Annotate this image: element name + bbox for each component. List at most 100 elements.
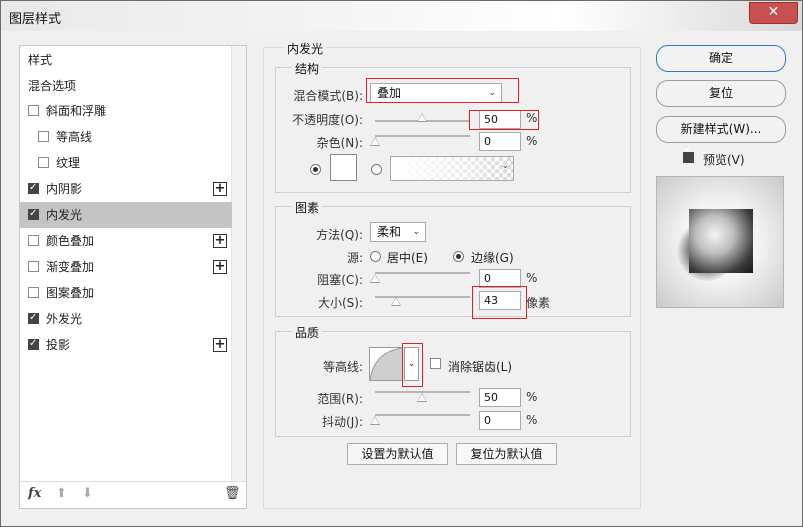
- gradient-mode-radio[interactable]: [371, 164, 382, 175]
- highlight-contour-dropdown: [402, 343, 423, 387]
- jitter-input[interactable]: 0: [479, 411, 521, 430]
- noise-unit: %: [526, 134, 538, 148]
- contour-label: 等高线:: [322, 360, 363, 374]
- list-item-contour[interactable]: 等高线: [20, 124, 232, 150]
- preview-label: 预览(V): [703, 153, 745, 167]
- list-item-label: 外发光: [46, 312, 83, 326]
- glow-color-swatch[interactable]: [330, 154, 357, 181]
- pattern-overlay-checkbox[interactable]: [28, 287, 39, 298]
- list-item-label: 等高线: [56, 130, 93, 144]
- list-item-label: 内发光: [46, 208, 83, 222]
- reset-button[interactable]: 复位: [656, 80, 786, 107]
- layer-style-dialog: 图层样式 ✕ 样式 混合选项 斜面和浮雕 等高线 纹理 内阴影 +: [0, 0, 803, 527]
- jitter-slider-thumb[interactable]: [370, 416, 380, 425]
- set-default-button[interactable]: 设置为默认值: [347, 443, 448, 465]
- inner-shadow-checkbox[interactable]: [28, 175, 39, 201]
- move-down-icon[interactable]: ⬇: [82, 486, 93, 501]
- highlight-opacity: [469, 110, 539, 130]
- size-unit: 像素: [526, 296, 551, 310]
- list-item-inner-glow[interactable]: 内发光: [20, 201, 232, 228]
- list-item-styles[interactable]: 样式: [20, 47, 232, 73]
- quality-legend: 品质: [292, 324, 323, 341]
- jitter-slider[interactable]: [375, 414, 470, 416]
- noise-slider-thumb[interactable]: [370, 137, 380, 146]
- range-label: 范围(R):: [317, 392, 363, 406]
- list-item-label: 颜色叠加: [46, 234, 95, 248]
- source-edge-radio[interactable]: [453, 251, 464, 262]
- jitter-unit: %: [526, 413, 538, 427]
- gradient-picker[interactable]: ⌄: [390, 156, 514, 181]
- opacity-label: 不透明度(O):: [292, 113, 363, 127]
- source-center-radio[interactable]: [370, 251, 381, 262]
- drop-shadow-checkbox[interactable]: [28, 331, 39, 357]
- color-overlay-checkbox[interactable]: [28, 235, 39, 246]
- antialias-label: 消除锯齿(L): [448, 360, 513, 374]
- ok-button[interactable]: 确定: [656, 45, 786, 72]
- add-inner-shadow-icon[interactable]: +: [213, 182, 227, 196]
- choke-label: 阻塞(C):: [317, 273, 363, 287]
- technique-label: 方法(Q):: [316, 228, 363, 242]
- contour-preview[interactable]: [369, 347, 403, 381]
- antialias-checkbox[interactable]: [430, 358, 441, 369]
- add-color-overlay-icon[interactable]: +: [213, 234, 227, 248]
- chevron-down-icon: ⌄: [501, 161, 509, 171]
- panel-title: 内发光: [284, 40, 327, 57]
- range-input[interactable]: 50: [479, 388, 521, 407]
- list-item-bevel-emboss[interactable]: 斜面和浮雕: [20, 98, 232, 124]
- list-item-blend-options[interactable]: 混合选项: [20, 73, 232, 99]
- close-icon: ✕: [767, 4, 780, 20]
- reset-default-button[interactable]: 复位为默认值: [456, 443, 557, 465]
- contour-curve-icon: [370, 348, 402, 380]
- noise-label: 杂色(N):: [316, 136, 363, 150]
- list-item-label: 样式: [28, 53, 53, 67]
- list-item-label: 斜面和浮雕: [46, 104, 107, 118]
- list-item-label: 投影: [46, 338, 71, 352]
- choke-unit: %: [526, 271, 538, 285]
- list-item-outer-glow[interactable]: 外发光: [20, 305, 232, 332]
- move-up-icon[interactable]: ⬆: [56, 486, 67, 501]
- styles-list-scrollbar[interactable]: [231, 46, 246, 484]
- new-style-button[interactable]: 新建样式(W)...: [656, 116, 786, 143]
- choke-slider[interactable]: [375, 272, 470, 274]
- color-mode-radio[interactable]: [310, 164, 321, 175]
- size-label: 大小(S):: [317, 296, 363, 310]
- structure-legend: 结构: [292, 60, 323, 77]
- fx-icon[interactable]: fx: [28, 486, 41, 501]
- add-drop-shadow-icon[interactable]: +: [213, 338, 227, 352]
- title-bar: 图层样式 ✕: [1, 1, 802, 31]
- list-item-color-overlay[interactable]: 颜色叠加 +: [20, 228, 232, 254]
- list-item-inner-shadow[interactable]: 内阴影 +: [20, 175, 232, 202]
- list-item-drop-shadow[interactable]: 投影 +: [20, 331, 232, 358]
- noise-slider[interactable]: [375, 135, 470, 137]
- bevel-emboss-checkbox[interactable]: [28, 105, 39, 116]
- preview-checkbox[interactable]: [683, 144, 694, 163]
- list-item-label: 渐变叠加: [46, 260, 95, 274]
- list-item-label: 纹理: [56, 156, 81, 170]
- trash-icon[interactable]: 🗑: [224, 486, 241, 501]
- list-item-pattern-overlay[interactable]: 图案叠加: [20, 280, 232, 306]
- highlight-blend-mode: [366, 78, 519, 103]
- blend-mode-label: 混合模式(B):: [293, 89, 363, 103]
- list-item-label: 内阴影: [46, 182, 83, 196]
- technique-value: 柔和: [377, 225, 402, 239]
- window-title: 图层样式: [9, 12, 62, 27]
- opacity-slider-thumb[interactable]: [417, 113, 427, 122]
- size-slider[interactable]: [375, 296, 470, 298]
- choke-slider-thumb[interactable]: [370, 274, 380, 283]
- list-item-gradient-overlay[interactable]: 渐变叠加 +: [20, 254, 232, 280]
- size-slider-thumb[interactable]: [391, 297, 401, 306]
- texture-checkbox[interactable]: [38, 157, 49, 168]
- styles-list-toolbar: fx ⬆ ⬇ 🗑: [20, 481, 246, 508]
- inner-glow-checkbox[interactable]: [28, 201, 39, 227]
- source-edge-label: 边缘(G): [471, 251, 514, 265]
- noise-input[interactable]: 0: [479, 132, 521, 151]
- technique-select[interactable]: 柔和 ⌄: [370, 222, 426, 242]
- add-gradient-overlay-icon[interactable]: +: [213, 260, 227, 274]
- close-button[interactable]: ✕: [749, 2, 798, 24]
- range-slider-thumb[interactable]: [417, 393, 427, 402]
- style-preview: [656, 176, 784, 308]
- list-item-texture[interactable]: 纹理: [20, 150, 232, 176]
- gradient-overlay-checkbox[interactable]: [28, 261, 39, 272]
- outer-glow-checkbox[interactable]: [28, 305, 39, 331]
- contour-checkbox[interactable]: [38, 131, 49, 142]
